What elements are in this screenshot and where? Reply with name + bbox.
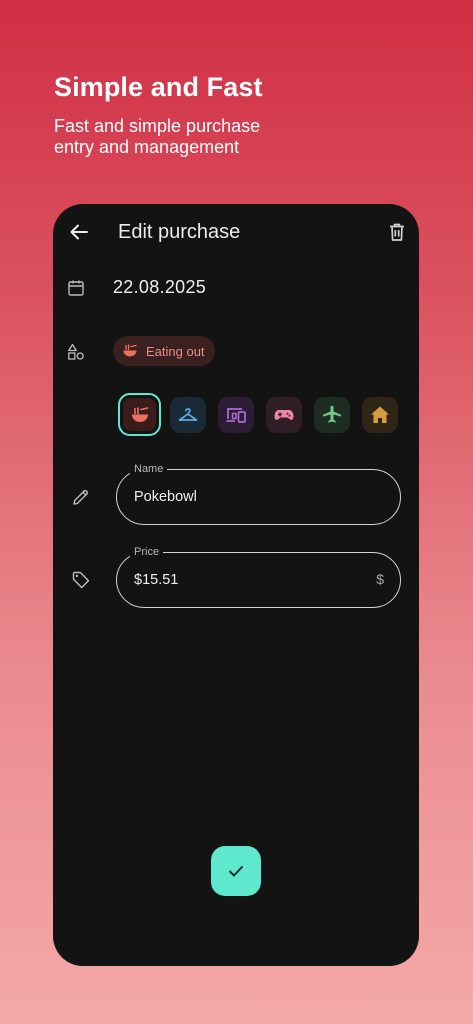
- category-option-home[interactable]: [362, 397, 398, 433]
- currency-suffix: $: [376, 571, 384, 587]
- phone-screen: Edit purchase 22.08.2025 Eating out Name…: [53, 204, 419, 966]
- category-option-eating-out[interactable]: [118, 393, 161, 436]
- check-icon: [229, 866, 243, 877]
- category-option-gaming[interactable]: [266, 397, 302, 433]
- name-input[interactable]: [134, 470, 364, 524]
- price-input[interactable]: [134, 553, 364, 607]
- clothes-hanger-icon: [178, 408, 198, 421]
- selected-category-chip[interactable]: Eating out: [113, 336, 215, 366]
- house-icon: [371, 406, 389, 423]
- category-option-electronics[interactable]: [218, 397, 254, 433]
- gamepad-icon: [274, 410, 294, 420]
- airplane-icon: [323, 405, 341, 423]
- save-button[interactable]: [211, 846, 261, 896]
- pencil-icon: [73, 489, 89, 505]
- devices-icon: [226, 408, 246, 423]
- page-title: Edit purchase: [118, 221, 241, 243]
- trash-icon[interactable]: [385, 220, 409, 244]
- arrow-left-icon[interactable]: [67, 220, 91, 244]
- category-option-travel[interactable]: [314, 397, 350, 433]
- ramen-bowl-icon: [123, 344, 137, 357]
- category-option-clothing[interactable]: [170, 397, 206, 433]
- purchase-date[interactable]: 22.08.2025: [113, 277, 206, 298]
- hero-subtitle: Fast and simple purchase entry and manag…: [54, 116, 261, 157]
- category-chip-label: Eating out: [146, 343, 205, 359]
- price-field[interactable]: Price $: [116, 545, 401, 608]
- calendar-icon: [68, 280, 84, 296]
- name-field[interactable]: Name: [116, 462, 401, 525]
- shapes-icon: [68, 343, 84, 360]
- hero-title: Simple and Fast: [54, 72, 263, 102]
- price-tag-icon: [72, 571, 90, 589]
- ramen-bowl-icon: [131, 406, 148, 422]
